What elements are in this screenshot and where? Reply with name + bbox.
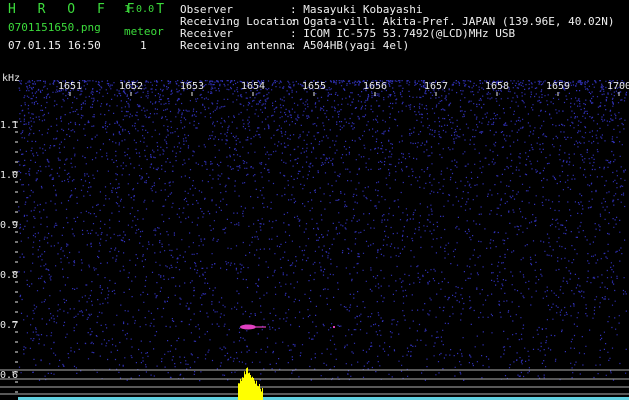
x-tick-label: 1655 (302, 81, 326, 92)
meteor-count-value: 1 (140, 39, 147, 52)
x-tick-label: 1652 (119, 81, 143, 92)
y-axis-unit: kHz (2, 73, 20, 84)
antenna-label: Receiving antenna (180, 39, 293, 52)
x-tick-label: 1654 (241, 81, 265, 92)
x-tick-label: 1659 (546, 81, 570, 92)
timestamp: 07.01.15 16:50 (8, 39, 101, 52)
x-tick-label: 1651 (58, 81, 82, 92)
x-tick-label: 1653 (180, 81, 204, 92)
y-tick-label: 0.8 (0, 270, 18, 281)
x-tick-label: 1658 (485, 81, 509, 92)
x-tick-label: 1656 (363, 81, 387, 92)
antenna-value: : A504HB(yagi 4el) (290, 39, 410, 52)
meteor-count-label: meteor (124, 25, 164, 38)
y-tick-label: 0.9 (0, 220, 18, 231)
spectrogram: 1.11.00.90.80.70.61651 1652 1653 1654 1655 16… (0, 72, 629, 400)
y-tick-label: 1.1 (0, 120, 18, 131)
spectrogram-background (0, 72, 629, 400)
x-tick-label: 1657 (424, 81, 448, 92)
app-version: 1.0.0 (124, 4, 155, 15)
echo-speck (333, 326, 335, 328)
echo-head (240, 324, 256, 330)
y-tick-label: 0.7 (0, 320, 18, 331)
file-name: 0701151650.png (8, 21, 101, 34)
y-tick-label: 1.0 (0, 170, 18, 181)
x-tick-label: 1700 (607, 81, 629, 92)
